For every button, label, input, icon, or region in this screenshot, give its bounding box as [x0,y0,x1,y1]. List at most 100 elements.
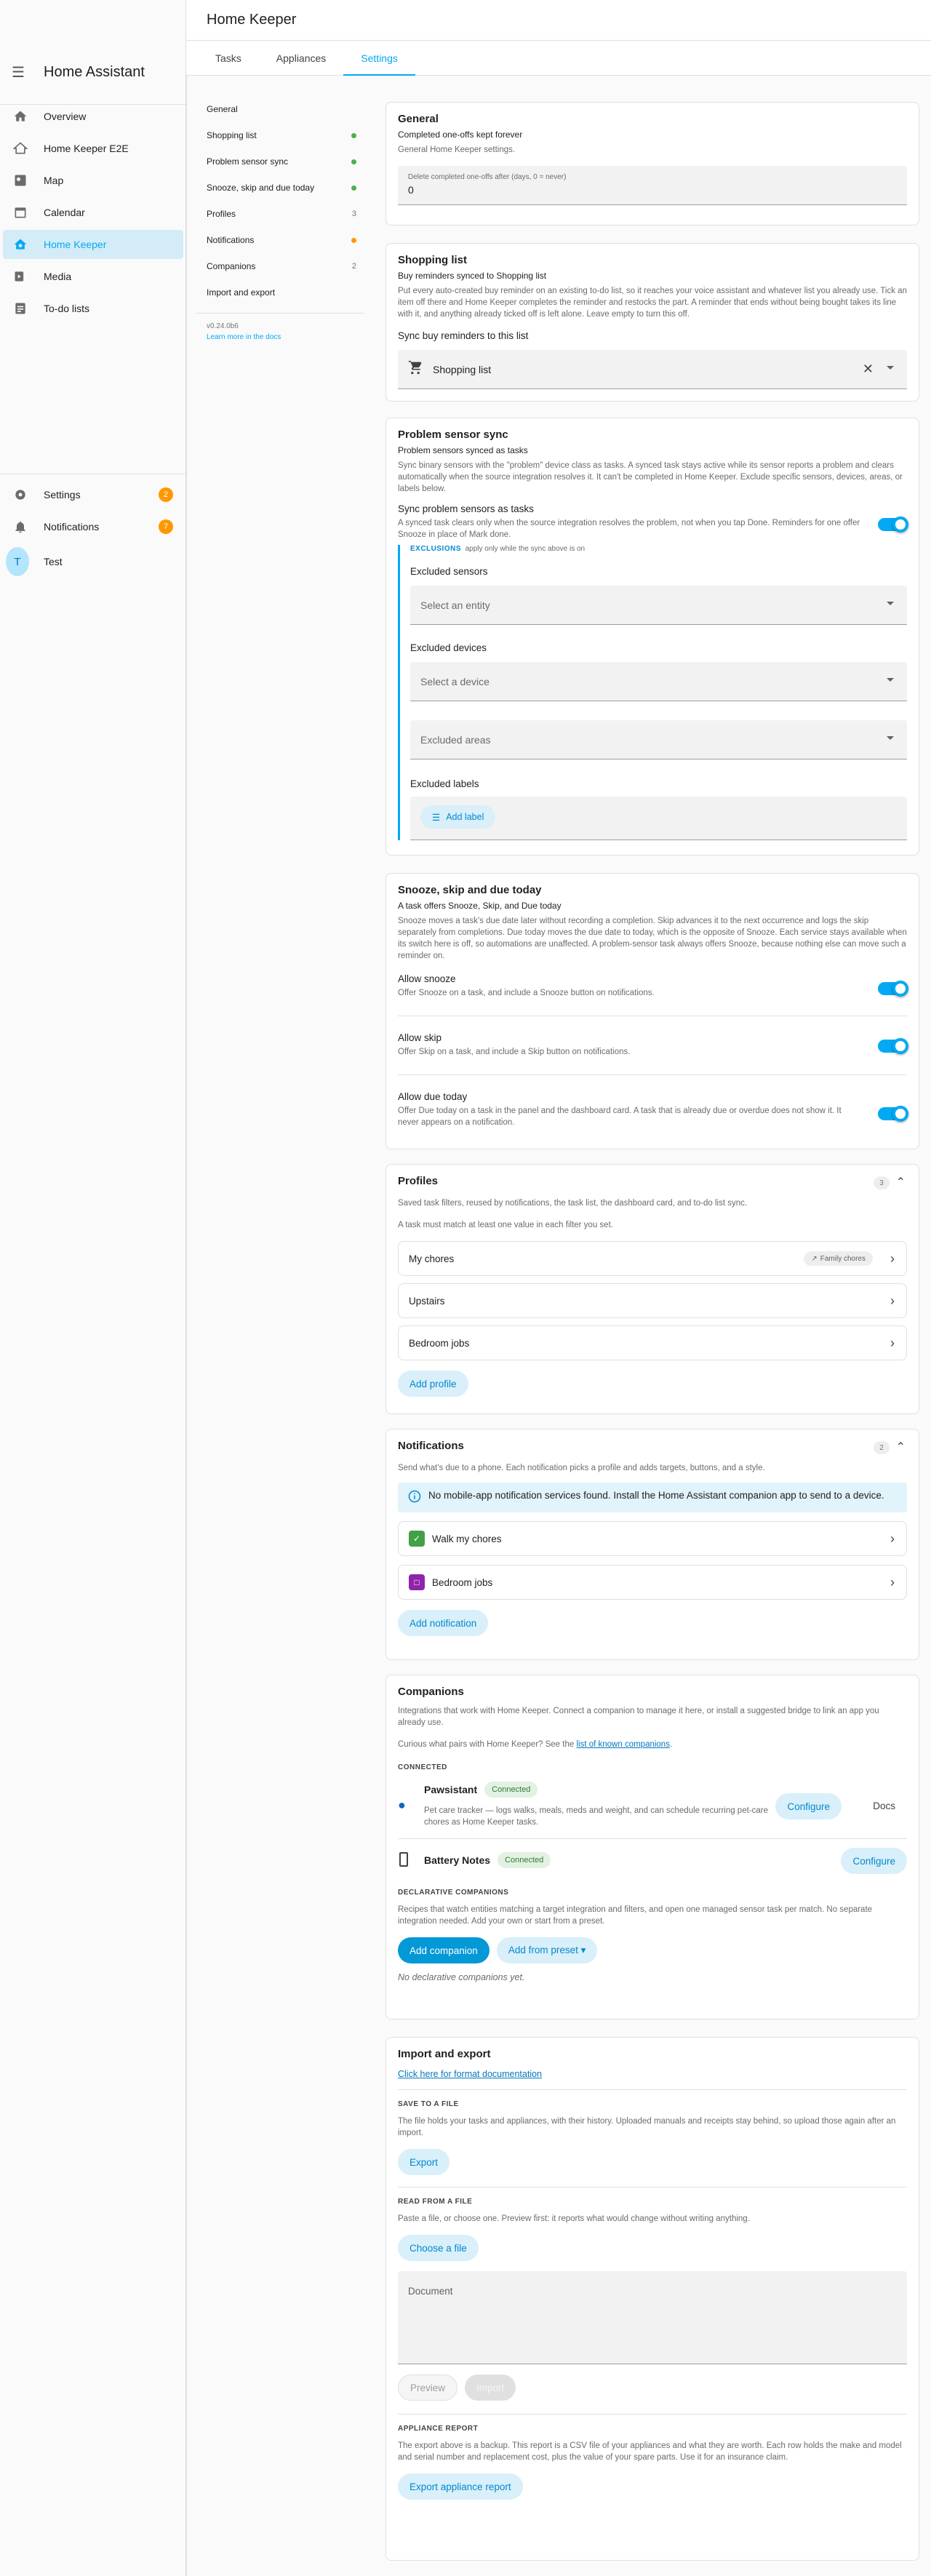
allow-skip-toggle[interactable] [878,1038,908,1054]
allow-snooze-toggle[interactable] [878,981,908,997]
nav-item-general[interactable]: General [196,96,364,122]
nav-item-profiles[interactable]: Profiles 3 [196,201,364,227]
sidebar [0,0,186,2576]
calendar-icon [12,204,29,221]
sidebar-item-notifications[interactable]: Notifications 7 [3,512,183,541]
placeholder: Excluded areas [420,734,491,746]
shopping-list-select[interactable]: Shopping list ✕ [398,350,907,389]
selected-list: Shopping list [433,363,492,375]
format-doc-link[interactable]: Click here for format documentation [398,2069,542,2079]
exclusions-title: EXCLUSIONS [410,545,462,553]
tab-tasks[interactable]: Tasks [198,41,259,76]
docs-button[interactable]: Docs [873,1801,895,1811]
add-profile-button[interactable]: Add profile [398,1371,468,1397]
card-title: General [398,113,439,125]
option-label: Allow snooze [398,973,456,984]
nav-item-snooze[interactable]: Snooze, skip and due today [196,175,364,201]
sidebar-item-home-keeper[interactable]: Home Keeper [3,230,183,259]
sidebar-item-user[interactable]: T Test [3,544,183,579]
collapse-icon[interactable]: ⌃ [896,1175,906,1189]
document-textarea[interactable]: Document [398,2271,907,2364]
area-select[interactable]: Excluded areas [410,720,907,759]
card-description-2: A task must match at least one value in … [398,1221,613,1229]
option-description: Offer Snooze on a task, and include a Sn… [398,989,655,997]
sidebar-item-label: Home Keeper E2E [44,143,129,154]
profile-row[interactable]: Upstairs › [398,1283,907,1318]
appliance-caption: APPLIANCE REPORT [398,2425,479,2433]
empty-state: No declarative companions yet. [398,1972,525,1982]
chevron-down-icon[interactable] [887,366,894,370]
labels-field: ☰ Add label [410,797,907,840]
sidebar-nav: Overview Home Keeper E2E Map Calendar Ho… [0,99,186,326]
device-select[interactable]: Select a device [410,662,907,701]
configure-button[interactable]: Configure [775,1793,842,1819]
info-text: No mobile-app notification services foun… [428,1490,884,1501]
home-icon [12,108,29,125]
import-button[interactable]: Import [465,2374,516,2401]
sidebar-item-todo-lists[interactable]: To-do lists [3,294,183,323]
divider [196,313,364,314]
sidebar-item-settings[interactable]: Settings 2 [3,480,183,509]
nav-item-problem-sensor-sync[interactable]: Problem sensor sync [196,148,364,175]
collapse-icon[interactable]: ⌃ [896,1440,906,1454]
sidebar-item-overview[interactable]: Overview [3,102,183,131]
configure-button[interactable]: Configure [841,1848,907,1874]
add-companion-button[interactable]: Add companion [398,1937,490,1963]
exclusions-note: apply only while the sync above is on [465,545,586,553]
sync-problem-toggle[interactable] [878,517,908,533]
sidebar-item-map[interactable]: Map [3,166,183,195]
nav-item-notifications[interactable]: Notifications [196,227,364,253]
companion-battery-notes: Battery Notes Connected Configure [398,1839,907,1881]
export-appliance-report-button[interactable]: Export appliance report [398,2473,523,2500]
allow-due-today-toggle[interactable] [878,1106,908,1122]
battery-icon [399,1852,408,1867]
info-alert: No mobile-app notification services foun… [398,1483,907,1512]
card-description: Integrations that work with Home Keeper.… [398,1707,879,1727]
known-companions-link[interactable]: list of known companions [576,1740,669,1749]
profile-row[interactable]: Bedroom jobs › [398,1325,907,1360]
sidebar-item-label: Home Keeper [44,239,107,250]
declarative-caption: DECLARATIVE COMPANIONS [398,1889,509,1897]
status-dot [351,159,356,164]
profile-name: My chores [409,1253,455,1264]
sidebar-item-media[interactable]: Media [3,262,183,291]
entity-select[interactable]: Select an entity [410,586,907,625]
shopping-list-card: Shopping list Buy reminders synced to Sh… [385,243,919,402]
notification-row[interactable]: ✓ Walk my chores › [398,1521,907,1556]
choose-file-button[interactable]: Choose a file [398,2235,479,2261]
add-from-preset-button[interactable]: Add from preset ▾ [496,1937,598,1963]
option-allow-skip: Allow skip Offer Skip on a task, and inc… [398,1032,908,1074]
card-subtitle: Buy reminders synced to Shopping list [398,271,547,281]
export-button[interactable]: Export [398,2149,450,2175]
notifications-card: Notifications 2 ⌃ Send what's due to a p… [385,1429,919,1660]
chevron-right-icon: › [890,1531,895,1546]
card-subtitle: Completed one-offs kept forever [398,129,523,140]
tab-settings[interactable]: Settings [343,41,415,76]
companion-header: Battery Notes Connected [424,1852,551,1868]
sidebar-item-label: Test [44,556,63,567]
preview-button[interactable]: Preview [398,2374,458,2401]
add-label-button[interactable]: ☰ Add label [420,805,496,829]
card-description: Sync binary sensors with the "problem" d… [398,461,903,493]
notification-row[interactable]: □ Bedroom jobs › [398,1565,907,1600]
divider [398,2089,907,2090]
sidebar-item-calendar[interactable]: Calendar [3,198,183,227]
exclusions-section: EXCLUSIONS apply only while the sync abo… [398,545,907,840]
card-title: Shopping list [398,254,467,266]
chevron-right-icon: › [890,1335,895,1350]
nav-item-shopping-list[interactable]: Shopping list [196,122,364,148]
sidebar-item-home-keeper-e2e[interactable]: Home Keeper E2E [3,134,183,163]
nav-item-companions[interactable]: Companions 2 [196,253,364,279]
add-notification-button[interactable]: Add notification [398,1610,489,1636]
delete-days-field[interactable]: Delete completed one-offs after (days, 0… [398,166,907,205]
nav-item-import-export[interactable]: Import and export [196,279,364,306]
tab-appliances[interactable]: Appliances [259,41,344,76]
docs-link[interactable]: Learn more in the docs [196,333,364,341]
clear-icon[interactable]: ✕ [863,362,874,377]
nav-item-label: Snooze, skip and due today [207,183,315,193]
profile-row[interactable]: My chores ↗ Family chores › [398,1241,907,1276]
profile-name: Bedroom jobs [409,1337,470,1349]
companion-name: Pawsistant [424,1784,478,1795]
cart-icon [408,361,423,378]
menu-icon[interactable]: ☰ [12,63,29,81]
